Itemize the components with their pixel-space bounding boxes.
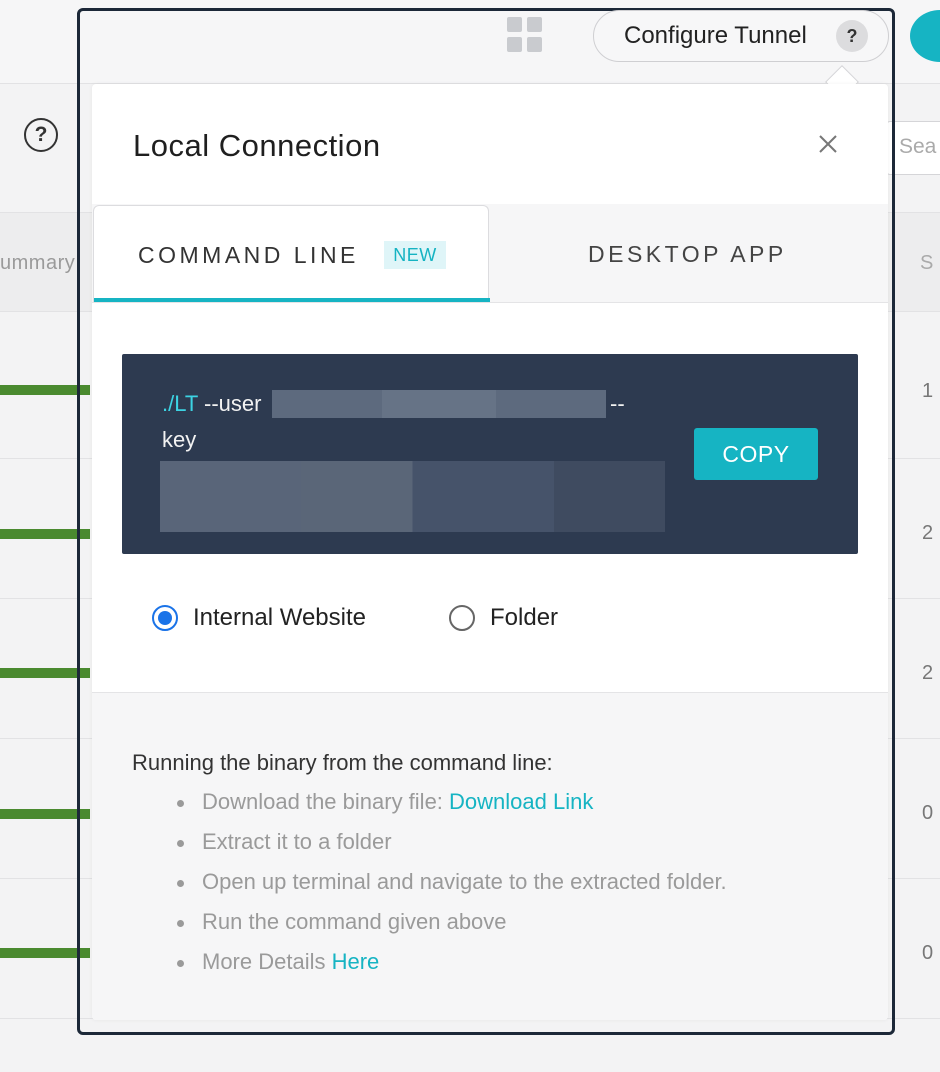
- radio-folder[interactable]: Folder: [449, 604, 558, 632]
- instructions-heading: Running the binary from the command line…: [132, 750, 553, 775]
- modal-title: Local Connection: [133, 128, 381, 163]
- copy-button[interactable]: COPY: [694, 428, 818, 480]
- command-box: ./LT --user key -- COPY: [122, 354, 858, 554]
- step-text: Open up terminal and navigate to the ext…: [202, 869, 727, 894]
- help-icon[interactable]: ?: [836, 20, 868, 52]
- row-value: 0: [922, 802, 934, 824]
- download-link[interactable]: Download Link: [449, 789, 593, 814]
- key-flag: key: [162, 427, 197, 452]
- radio-internal-website[interactable]: Internal Website: [152, 604, 366, 632]
- tab-label: COMMAND LINE: [138, 242, 359, 268]
- tab-command-line[interactable]: COMMAND LINE NEW: [93, 205, 490, 302]
- radio-unselected-icon[interactable]: [449, 605, 475, 631]
- step-text: Download the binary file:: [202, 789, 450, 814]
- new-badge: NEW: [384, 241, 446, 269]
- step-text: Extract it to a folder: [202, 829, 392, 854]
- list-item: Extract it to a folder: [177, 827, 727, 867]
- list-item: Open up terminal and navigate to the ext…: [177, 867, 727, 907]
- tab-bar: COMMAND LINE NEW DESKTOP APP: [92, 204, 888, 303]
- instructions-list: Download the binary file: Download Link …: [177, 787, 727, 987]
- command-prefix: ./LT: [162, 391, 198, 416]
- row-value: 0: [922, 942, 934, 964]
- active-tab-indicator: [94, 298, 490, 302]
- list-item: Run the command given above: [177, 907, 727, 947]
- configure-tunnel-button[interactable]: Configure Tunnel ?: [593, 10, 889, 62]
- list-item: More Details Here: [177, 947, 727, 987]
- list-item: Download the binary file: Download Link: [177, 787, 727, 827]
- column-header-summary: ummary: [0, 252, 76, 274]
- apps-grid-icon[interactable]: [507, 17, 543, 53]
- tab-desktop-app[interactable]: DESKTOP APP: [492, 204, 888, 302]
- row-value: 1: [922, 380, 934, 402]
- radio-label: Folder: [490, 604, 559, 631]
- step-text: Run the command given above: [202, 909, 507, 934]
- row-value: 2: [922, 662, 934, 684]
- row-value: 2: [922, 522, 934, 544]
- redacted-username: [272, 390, 606, 418]
- step-text: More Details: [202, 949, 332, 974]
- help-icon[interactable]: ?: [24, 118, 58, 152]
- command-text: ./LT --user key: [162, 386, 261, 458]
- column-header-status: S: [920, 252, 934, 274]
- radio-selected-icon[interactable]: [152, 605, 178, 631]
- key-flag-dashes: --: [610, 391, 625, 416]
- tab-label: DESKTOP APP: [588, 241, 787, 267]
- redacted-access-key: [160, 461, 665, 532]
- more-details-link[interactable]: Here: [332, 949, 380, 974]
- radio-label: Internal Website: [193, 604, 366, 631]
- close-icon[interactable]: [814, 130, 842, 158]
- user-flag: --user: [197, 391, 262, 416]
- local-connection-modal: Local Connection COMMAND LINE NEW DESKTO…: [92, 84, 888, 1020]
- configure-tunnel-label: Configure Tunnel: [624, 22, 807, 49]
- instructions-panel: Running the binary from the command line…: [92, 692, 888, 1020]
